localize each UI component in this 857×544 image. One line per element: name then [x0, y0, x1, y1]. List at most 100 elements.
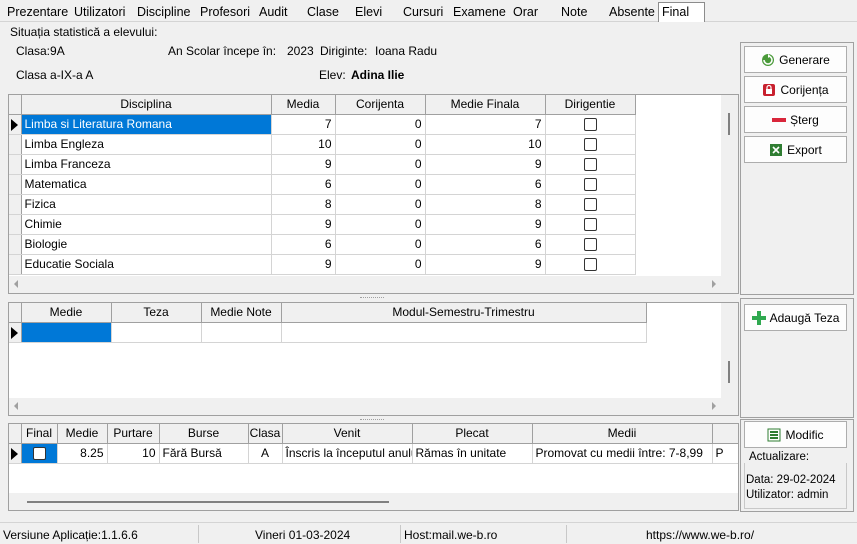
table-row[interactable]: Limba Franceza 9 0 9: [9, 154, 636, 175]
cell-media[interactable]: 9: [271, 254, 336, 275]
final-grid[interactable]: Final Medie Purtare Burse Clasa Venit Pl…: [8, 423, 739, 511]
cell-medie-finala[interactable]: 7: [425, 114, 546, 135]
cell-corijenta[interactable]: 0: [335, 114, 426, 135]
table-row[interactable]: Educatie Sociala 9 0 9: [9, 254, 636, 275]
cell-dirigentie[interactable]: [545, 214, 636, 235]
cell-medie-finala[interactable]: 9: [425, 254, 546, 275]
cell-corijenta[interactable]: 0: [335, 134, 426, 155]
col-header-medie-finala[interactable]: Medie Finala: [425, 95, 546, 115]
cell-media[interactable]: 10: [271, 134, 336, 155]
tab-final[interactable]: Final: [658, 2, 705, 22]
dirigentie-checkbox[interactable]: [583, 258, 597, 272]
dirigentie-checkbox[interactable]: [583, 198, 597, 212]
final-horizontal-scrollbar[interactable]: [9, 493, 738, 510]
tab-profesori[interactable]: Profesori: [197, 3, 253, 21]
table-row[interactable]: 8.25 10 Fără Bursă A Înscris la începutu…: [9, 443, 738, 464]
cell-dirigentie[interactable]: [545, 234, 636, 255]
cell-dirigentie[interactable]: [545, 134, 636, 155]
cell-dirigentie[interactable]: [545, 174, 636, 195]
final-checkbox[interactable]: [32, 447, 46, 461]
col-header-plecat[interactable]: Plecat: [412, 424, 533, 444]
table-row[interactable]: Limba si Literatura Romana 7 0 7: [9, 114, 636, 135]
col-header-medie[interactable]: Medie: [57, 424, 108, 444]
teza-grid[interactable]: Medie Teza Medie Note Modul-Semestru-Tri…: [8, 302, 739, 416]
cell-media[interactable]: 9: [271, 154, 336, 175]
col-header-media[interactable]: Media: [271, 95, 336, 115]
cell-disciplina[interactable]: Fizica: [21, 194, 272, 215]
col-header-burse[interactable]: Burse: [159, 424, 249, 444]
cell-disciplina[interactable]: Educatie Sociala: [21, 254, 272, 275]
cell-medii[interactable]: Promovat cu medii între: 7-8,99: [532, 443, 713, 464]
dirigentie-checkbox[interactable]: [583, 118, 597, 132]
grades-horizontal-scrollbar[interactable]: [9, 276, 738, 293]
tab-cursuri[interactable]: Cursuri: [400, 3, 446, 21]
cell-corijenta[interactable]: 0: [335, 194, 426, 215]
cell-disciplina[interactable]: Chimie: [21, 214, 272, 235]
cell-media[interactable]: 6: [271, 174, 336, 195]
cell-medie-finala[interactable]: 6: [425, 234, 546, 255]
col-header-purtare[interactable]: Purtare: [107, 424, 160, 444]
cell-media[interactable]: 9: [271, 214, 336, 235]
cell-disciplina[interactable]: Limba Engleza: [21, 134, 272, 155]
table-row[interactable]: Fizica 8 0 8: [9, 194, 636, 215]
cell-plecat[interactable]: Rămas în unitate: [412, 443, 533, 464]
cell-teza[interactable]: [111, 322, 202, 343]
cell-medie-finala[interactable]: 8: [425, 194, 546, 215]
cell-disciplina[interactable]: Biologie: [21, 234, 272, 255]
table-row[interactable]: Matematica 6 0 6: [9, 174, 636, 195]
export-button[interactable]: Export: [744, 136, 847, 163]
tab-utilizatori[interactable]: Utilizatori: [71, 3, 128, 21]
cell-disciplina[interactable]: Matematica: [21, 174, 272, 195]
cell-corijenta[interactable]: 0: [335, 174, 426, 195]
tab-examene[interactable]: Examene: [450, 3, 509, 21]
status-url[interactable]: https://www.we-b.ro/: [646, 528, 754, 542]
col-header-disciplina[interactable]: Disciplina: [21, 95, 272, 115]
col-header-medie-note[interactable]: Medie Note: [201, 303, 282, 323]
cell-final[interactable]: [21, 443, 58, 464]
table-row[interactable]: Chimie 9 0 9: [9, 214, 636, 235]
tab-discipline[interactable]: Discipline: [134, 3, 194, 21]
cell-dirigentie[interactable]: [545, 254, 636, 275]
cell-corijenta[interactable]: 0: [335, 254, 426, 275]
col-header-clasa[interactable]: Clasa: [248, 424, 283, 444]
cell-corijenta[interactable]: 0: [335, 234, 426, 255]
cell-clasa[interactable]: A: [248, 443, 283, 464]
adauga-teza-button[interactable]: Adaugă Teza: [744, 304, 847, 331]
cell-medie-finala[interactable]: 9: [425, 154, 546, 175]
cell-medie-finala[interactable]: 6: [425, 174, 546, 195]
dirigentie-checkbox[interactable]: [583, 238, 597, 252]
cell-disciplina[interactable]: Limba si Literatura Romana: [21, 114, 272, 135]
tab-prezentare[interactable]: Prezentare: [4, 3, 71, 21]
col-header-modul[interactable]: Modul-Semestru-Trimestru: [281, 303, 647, 323]
col-header-medie[interactable]: Medie: [21, 303, 112, 323]
tab-audit[interactable]: Audit: [256, 3, 291, 21]
tab-absente[interactable]: Absente: [606, 3, 658, 21]
cell-medie[interactable]: 8.25: [57, 443, 108, 464]
cell-medie-finala[interactable]: 10: [425, 134, 546, 155]
col-header-venit[interactable]: Venit: [282, 424, 413, 444]
generare-button[interactable]: Generare: [744, 46, 847, 73]
col-header-extra[interactable]: [712, 424, 738, 444]
tab-elevi[interactable]: Elevi: [352, 3, 385, 21]
cell-dirigentie[interactable]: [545, 154, 636, 175]
sterg-button[interactable]: Șterg: [744, 106, 847, 133]
cell-modul[interactable]: [281, 322, 647, 343]
cell-dirigentie[interactable]: [545, 194, 636, 215]
cell-burse[interactable]: Fără Bursă: [159, 443, 249, 464]
cell-venit[interactable]: Înscris la începutul anului: [282, 443, 413, 464]
cell-corijenta[interactable]: 0: [335, 154, 426, 175]
grades-grid[interactable]: Disciplina Media Corijenta Medie Finala …: [8, 94, 739, 294]
cell-medie-note[interactable]: [201, 322, 282, 343]
modific-button[interactable]: Modific: [744, 421, 847, 448]
col-header-corijenta[interactable]: Corijenta: [335, 95, 426, 115]
dirigentie-checkbox[interactable]: [583, 218, 597, 232]
splitter-handle[interactable]: [360, 419, 384, 421]
cell-purtare[interactable]: 10: [107, 443, 160, 464]
cell-extra[interactable]: P: [712, 443, 738, 464]
cell-disciplina[interactable]: Limba Franceza: [21, 154, 272, 175]
cell-corijenta[interactable]: 0: [335, 214, 426, 235]
grades-vertical-scrollbar[interactable]: [721, 95, 738, 276]
teza-vertical-scrollbar[interactable]: [721, 303, 738, 398]
tab-clase[interactable]: Clase: [304, 3, 342, 21]
splitter-handle[interactable]: [360, 297, 384, 299]
